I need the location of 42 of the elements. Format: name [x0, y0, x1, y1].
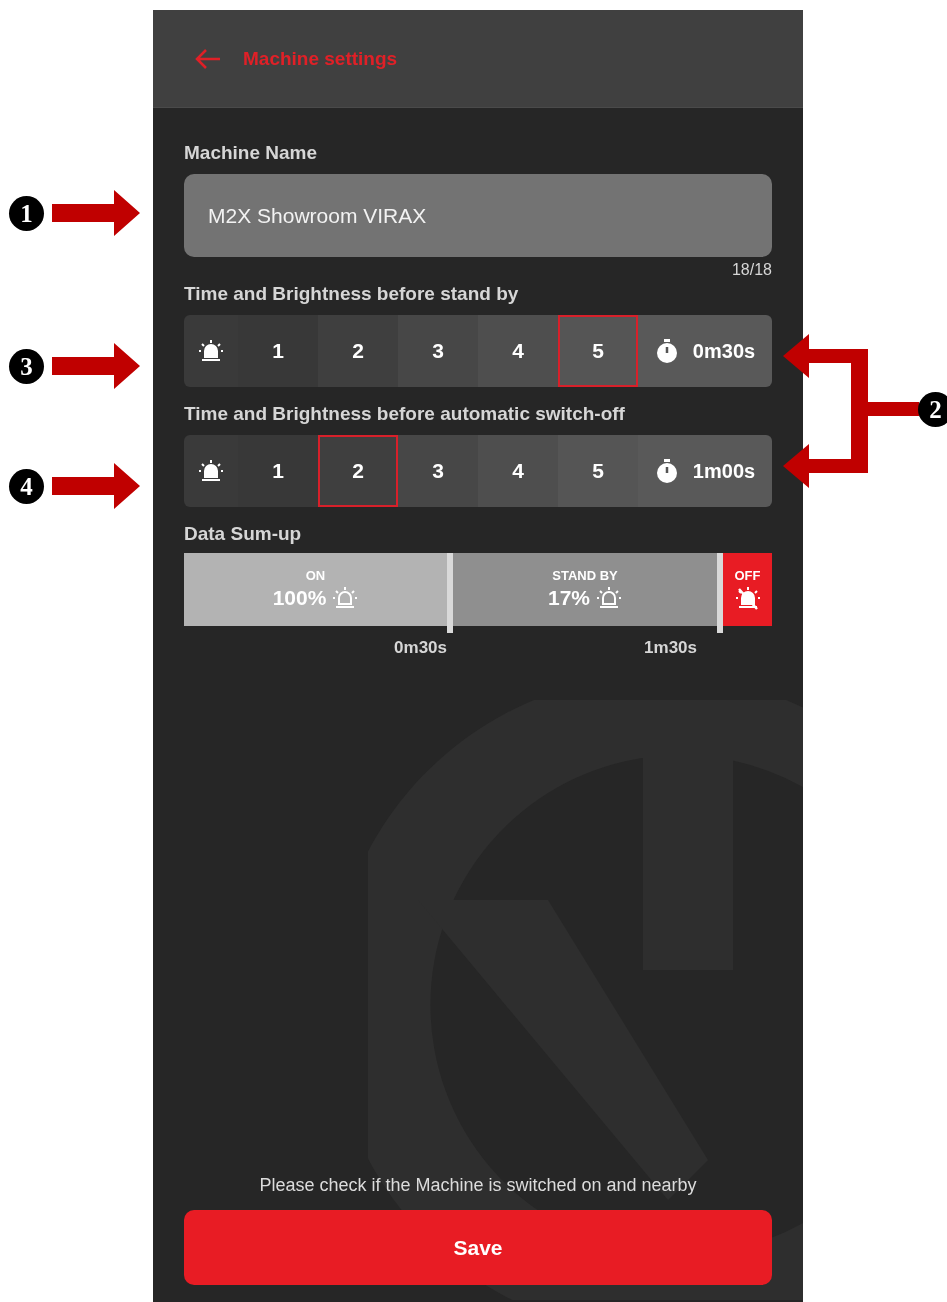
status-message: Please check if the Machine is switched on and nearby	[259, 1175, 697, 1196]
section-label: Time and Brightness before stand by	[184, 283, 520, 305]
back-arrow-icon[interactable]	[195, 47, 221, 70]
segment-percent: 17%	[548, 586, 590, 610]
time-value: 1m00s	[692, 459, 756, 483]
brightness-option[interactable]: 2	[318, 315, 398, 387]
siren-icon	[198, 338, 224, 364]
annotation-marker: 4	[9, 469, 44, 504]
siren-icon	[596, 585, 622, 611]
field-label: Machine Name	[184, 142, 319, 164]
time-mark: 0m30s	[394, 638, 447, 658]
machine-name-field[interactable]: M2X Showroom VIRAX	[184, 174, 772, 257]
brightness-option[interactable]: 4	[478, 315, 558, 387]
brightness-option[interactable]: 5	[558, 315, 638, 387]
save-button[interactable]: Save	[184, 1210, 772, 1285]
stopwatch-icon	[654, 338, 679, 364]
segment-percent: 100%	[272, 586, 327, 610]
siren-off-icon	[734, 585, 761, 611]
section-label: Data Sum-up	[184, 523, 303, 545]
character-counter: 18/18	[731, 261, 772, 279]
time-value: 0m30s	[692, 339, 756, 363]
time-cell[interactable]: 1m00s	[638, 435, 772, 507]
brightness-option[interactable]: 3	[398, 435, 478, 507]
siren-icon	[198, 458, 224, 484]
brightness-option[interactable]: 2	[318, 435, 398, 507]
siren-icon	[332, 585, 359, 611]
brightness-option[interactable]: 3	[398, 315, 478, 387]
annotation-marker: 1	[9, 196, 44, 231]
time-mark: 1m30s	[644, 638, 697, 658]
segment-caption: STAND BY	[552, 568, 618, 583]
time-cell[interactable]: 0m30s	[638, 315, 772, 387]
segment-caption: OFF	[734, 568, 761, 583]
segment-caption: ON	[305, 568, 326, 583]
screen-title: Machine settings	[243, 47, 398, 70]
annotation-marker: 2	[918, 392, 947, 427]
brightness-option[interactable]: 4	[478, 435, 558, 507]
annotation-marker: 3	[9, 349, 44, 384]
brightness-option[interactable]: 1	[238, 435, 318, 507]
brightness-option[interactable]: 1	[238, 315, 318, 387]
section-label: Time and Brightness before automatic switch-off	[184, 403, 626, 425]
brightness-option[interactable]: 5	[558, 435, 638, 507]
stopwatch-icon	[654, 458, 679, 484]
